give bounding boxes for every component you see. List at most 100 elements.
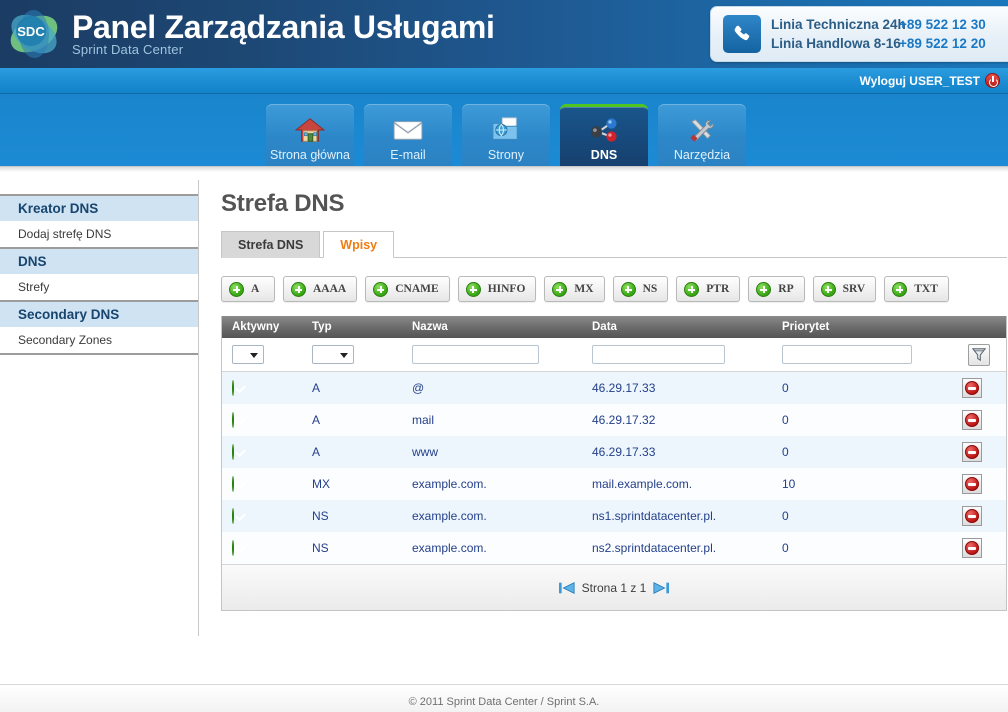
add-record-rp-button[interactable]: RP — [748, 276, 805, 302]
svg-text:SDC: SDC — [17, 24, 45, 39]
record-type-label: TXT — [914, 283, 938, 295]
nav-tab-strony[interactable]: Strony — [462, 104, 550, 166]
sidebar-item-secondary-zones[interactable]: Secondary Zones — [0, 327, 198, 353]
sidebar-group-kreator-dns: Kreator DNS Dodaj strefę DNS — [0, 194, 198, 247]
last-page-icon[interactable] — [652, 580, 670, 596]
delete-record-button[interactable] — [962, 538, 982, 558]
record-type-label: CNAME — [395, 283, 439, 295]
active-check-icon — [232, 540, 234, 556]
delete-record-button[interactable] — [962, 442, 982, 462]
cell-priorytet: 0 — [782, 413, 789, 427]
envelope-icon — [392, 114, 424, 146]
phone-line1-number: +89 522 12 30 — [899, 17, 986, 32]
sidebar: Kreator DNS Dodaj strefę DNS DNS Strefy … — [0, 172, 198, 684]
nav-label: Strona główna — [270, 148, 350, 162]
filter-data-input[interactable] — [592, 345, 725, 364]
tab-wpisy[interactable]: Wpisy — [323, 231, 395, 258]
table-row[interactable]: NS example.com. ns1.sprintdatacenter.pl.… — [222, 500, 1006, 532]
brand-block: Panel Zarządzania Usługami Sprint Data C… — [72, 9, 495, 59]
tab-strefa-dns[interactable]: Strefa DNS — [221, 231, 321, 258]
record-type-label: SRV — [842, 283, 866, 295]
cell-typ: A — [312, 445, 321, 459]
record-type-label: AAAA — [313, 283, 347, 295]
nav-label: Narzędzia — [673, 148, 731, 162]
logout-link[interactable]: Wyloguj USER_TEST — [860, 74, 980, 88]
nav-tab-dns[interactable]: DNS — [560, 104, 648, 166]
table-row[interactable]: A www 46.29.17.33 0 — [222, 436, 1006, 468]
filter-typ-select[interactable] — [312, 345, 354, 364]
sidebar-header-dns[interactable]: DNS — [0, 247, 198, 274]
nav-tab-narzedzia[interactable]: Narzędzia — [658, 104, 746, 166]
cell-priorytet: 10 — [782, 477, 796, 491]
cell-priorytet: 0 — [782, 541, 789, 555]
delete-record-button[interactable] — [962, 474, 982, 494]
plus-icon — [291, 281, 306, 297]
phone-line2-number: +89 522 12 20 — [899, 36, 986, 51]
add-record-a-button[interactable]: A — [221, 276, 275, 302]
sidebar-group-dns: DNS Strefy — [0, 247, 198, 300]
nav-tab-strona-glowna[interactable]: Strona główna — [266, 104, 354, 166]
plus-icon — [820, 281, 836, 297]
plus-icon — [229, 281, 244, 297]
sidebar-item-strefy[interactable]: Strefy — [0, 274, 198, 300]
cell-typ: MX — [312, 477, 330, 491]
record-type-label: PTR — [706, 283, 730, 295]
funnel-icon[interactable] — [968, 343, 990, 366]
filter-nazwa-input[interactable] — [412, 345, 539, 364]
add-record-hinfo-button[interactable]: HINFO — [457, 276, 537, 302]
cell-nazwa: @ — [412, 381, 425, 395]
add-record-mx-button[interactable]: MX — [544, 276, 605, 302]
main-content: Strefa DNS Strefa DNS Wpisy A AAAA CNAME… — [199, 172, 1008, 684]
remove-icon — [965, 477, 979, 491]
remove-icon — [965, 445, 979, 459]
nav-label: Strony — [487, 148, 525, 162]
page-body: Kreator DNS Dodaj strefę DNS DNS Strefy … — [0, 172, 1008, 684]
cell-data: 46.29.17.33 — [592, 381, 656, 395]
power-icon[interactable] — [985, 73, 1000, 88]
column-header-priorytet: Priorytet — [782, 321, 830, 333]
table-row[interactable]: MX example.com. mail.example.com. 10 — [222, 468, 1006, 500]
add-record-ns-button[interactable]: NS — [612, 276, 669, 302]
nav-label: E-mail — [390, 148, 426, 162]
copyright-text: © 2011 Sprint Data Center / Sprint S.A. — [408, 696, 600, 708]
plus-icon — [373, 281, 389, 297]
add-record-cname-button[interactable]: CNAME — [365, 276, 450, 302]
table-filter-row — [222, 338, 1006, 372]
contact-phone-box: Linia Techniczna 24h +89 522 12 30 Linia… — [710, 6, 1008, 62]
sidebar-item-dodaj-strefe-dns[interactable]: Dodaj strefę DNS — [0, 221, 198, 247]
filter-aktywny-select[interactable] — [232, 345, 264, 364]
cell-nazwa: www — [412, 445, 438, 459]
page-title: Strefa DNS — [221, 190, 345, 217]
sub-tabs: Strefa DNS Wpisy — [221, 230, 1007, 258]
active-check-icon — [232, 508, 234, 524]
cell-nazwa: mail — [412, 413, 435, 427]
first-page-icon[interactable] — [558, 580, 576, 596]
cell-priorytet: 0 — [782, 381, 789, 395]
nav-tab-email[interactable]: E-mail — [364, 104, 452, 166]
pagination-label: Strona 1 z 1 — [581, 580, 647, 595]
add-record-ptr-button[interactable]: PTR — [676, 276, 741, 302]
table-row[interactable]: A mail 46.29.17.32 0 — [222, 404, 1006, 436]
delete-record-button[interactable] — [962, 506, 982, 526]
cell-typ: NS — [312, 541, 329, 555]
sidebar-header-kreator-dns[interactable]: Kreator DNS — [0, 194, 198, 221]
plus-icon — [620, 281, 636, 297]
table-row[interactable]: A @ 46.29.17.33 0 — [222, 372, 1006, 404]
add-record-srv-button[interactable]: SRV — [812, 276, 877, 302]
filter-priorytet-input[interactable] — [782, 345, 912, 364]
logout-bar: Wyloguj USER_TEST — [0, 68, 1008, 94]
delete-record-button[interactable] — [962, 410, 982, 430]
plus-icon — [552, 281, 568, 297]
add-record-aaaa-button[interactable]: AAAA — [283, 276, 358, 302]
cell-data: ns1.sprintdatacenter.pl. — [592, 509, 717, 523]
sidebar-header-secondary-dns[interactable]: Secondary DNS — [0, 300, 198, 327]
delete-record-button[interactable] — [962, 378, 982, 398]
remove-icon — [965, 509, 979, 523]
table-row[interactable]: NS example.com. ns2.sprintdatacenter.pl.… — [222, 532, 1006, 564]
plus-icon — [892, 281, 908, 297]
table-pagination: Strona 1 z 1 — [222, 564, 1006, 610]
add-record-txt-button[interactable]: TXT — [884, 276, 949, 302]
sdc-logo: SDC — [0, 0, 68, 68]
record-type-label: MX — [574, 283, 594, 295]
cell-data: ns2.sprintdatacenter.pl. — [592, 541, 717, 555]
